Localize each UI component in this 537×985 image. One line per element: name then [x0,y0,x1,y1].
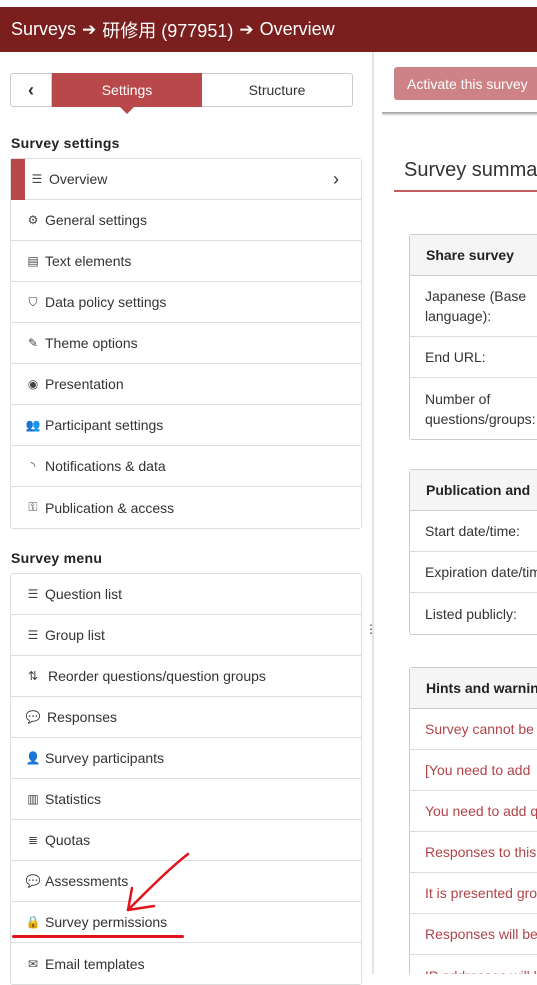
sidebar-item-label: Participant settings [45,417,164,433]
sidebar-item-publication-access[interactable]: ⚿ Publication & access [11,487,361,528]
tasks-icon: ≣ [27,833,39,847]
arrow-right-icon: ➔ [82,19,97,39]
sidebar-item-responses[interactable]: 💬 Responses [11,697,361,738]
paint-brush-icon: ✎ [27,336,39,350]
comment-icon: 💬 [25,874,41,888]
toolbar-shadow [382,112,537,116]
envelope-icon: ✉ [27,956,39,971]
reorder-icon: ⇅ [27,669,39,683]
share-survey-panel: Share survey Japanese (Base language): E… [409,234,537,440]
chevron-left-icon: ‹ [28,79,34,100]
sidebar-item-label: Question list [45,586,123,602]
sidebar-item-data-policy[interactable]: ⛉ Data policy settings [11,282,361,323]
panel-row: IP addresses will b [410,955,537,975]
collapse-sidebar-button[interactable]: ‹ [10,73,52,107]
panel-row: Responses will be [410,914,537,955]
panel-title: Publication and [410,470,537,511]
list-icon: ☰ [27,628,39,642]
annotation-arrow [126,852,190,912]
sidebar-item-presentation[interactable]: ◉ Presentation [11,364,361,405]
sidebar-item-label: Overview [49,171,108,187]
comment-icon: 💬 [25,710,41,724]
arrow-right-icon: ➔ [239,19,254,39]
sidebar-item-reorder[interactable]: ⇅ Reorder questions/question groups [11,656,361,697]
tab-settings[interactable]: Settings [52,73,202,114]
panel-row: Number of questions/groups: [425,390,536,427]
key-icon: ⚿ [28,500,38,514]
panel-row: Japanese (Base language): [410,276,537,337]
panel-row: You need to add q [410,791,537,832]
sidebar-item-label: Responses [47,709,118,725]
sidebar-item-label: Theme options [45,335,138,351]
sidebar-item-participant-settings[interactable]: 👥 Participant settings [11,405,361,446]
panel-row: It is presented gro [410,873,537,914]
shield-icon: ⛉ [28,294,38,309]
panel-title: Share survey [410,235,537,276]
panel-row: [You need to add [410,750,537,791]
user-icon: 👤 [25,751,41,765]
panel-row: Listed publicly: [425,605,517,622]
breadcrumb-survey[interactable]: 研修用 (977951) [102,17,233,43]
publication-panel: Publication and Start date/time: Expirat… [409,469,537,635]
sidebar-item-label: Statistics [45,791,102,807]
sidebar-item-text-elements[interactable]: ▤ Text elements [11,241,361,282]
annotation-underline [12,935,184,938]
sidebar-item-overview[interactable]: ☰ Overview › [11,159,361,200]
sidebar-item-label: Survey participants [45,750,165,766]
sidebar-item-notifications[interactable]: ◝ Notifications & data [11,446,361,487]
list-icon: ☰ [31,172,43,186]
sidebar-item-label: Text elements [45,253,132,269]
sidebar-item-label: Data policy settings [45,294,167,310]
sidebar-item-theme-options[interactable]: ✎ Theme options [11,323,361,364]
sidebar-item-label: Email templates [45,955,145,972]
panel-row: Start date/time: [410,511,537,552]
survey-settings-heading: Survey settings [11,135,120,151]
panel-row: End URL: [410,337,537,378]
breadcrumb-surveys[interactable]: Surveys [11,19,76,40]
sidebar-item-email-templates[interactable]: ✉ Email templates [11,943,361,984]
sidebar-item-label: Publication & access [45,499,175,516]
survey-menu-heading: Survey menu [11,550,103,566]
sidebar-item-survey-participants[interactable]: 👤 Survey participants [11,738,361,779]
sidebar-item-label: Group list [45,627,105,643]
activate-survey-button[interactable]: Activate this survey [394,67,537,100]
sidebar-item-label: Reorder questions/question groups [48,668,266,684]
chevron-right-icon: › [333,168,339,189]
eye-slash-icon: ◉ [27,377,39,391]
survey-settings-menu: ☰ Overview › ⚙ General settings ▤ Text e… [10,158,362,529]
main-content: Activate this survey Survey summa Share … [374,52,537,974]
sidebar-item-group-list[interactable]: ☰ Group list [11,615,361,656]
tab-structure[interactable]: Structure [202,73,353,107]
users-icon: 👥 [25,418,41,432]
panel-row: Expiration date/tim [410,552,537,593]
file-text-icon: ▤ [27,254,39,268]
sidebar-item-label: Quotas [45,832,91,848]
hints-warnings-panel: Hints and warnin Survey cannot be [You n… [409,667,537,974]
breadcrumb: Surveys ➔ 研修用 (977951) ➔ Overview [0,7,537,52]
panel-title: Hints and warnin [410,668,537,709]
sidebar-item-general-settings[interactable]: ⚙ General settings [11,200,361,241]
page-title: Survey summa [404,159,537,181]
panel-row: Survey cannot be [410,709,537,750]
survey-menu: ☰ Question list ☰ Group list ⇅ Reorder q… [10,573,362,985]
sidebar-tabs: ‹ Settings Structure [10,73,353,114]
list-icon: ☰ [27,587,39,601]
breadcrumb-overview: Overview [259,19,335,39]
cogs-icon: ⚙ [27,213,39,227]
sidebar-item-question-list[interactable]: ☰ Question list [11,574,361,615]
sidebar-item-label: Notifications & data [45,458,166,474]
sidebar: ‹ Settings Structure Survey settings ☰ O… [0,52,372,985]
lock-icon: 🔒 [25,915,41,929]
sidebar-item-label: General settings [45,212,147,228]
sidebar-item-label: Presentation [45,376,124,392]
panel-row: Responses to this [410,832,537,873]
sidebar-item-statistics[interactable]: ▥ Statistics [11,779,361,820]
rss-icon: ◝ [30,459,36,473]
bar-chart-icon: ▥ [27,792,39,806]
title-underline [394,190,537,192]
